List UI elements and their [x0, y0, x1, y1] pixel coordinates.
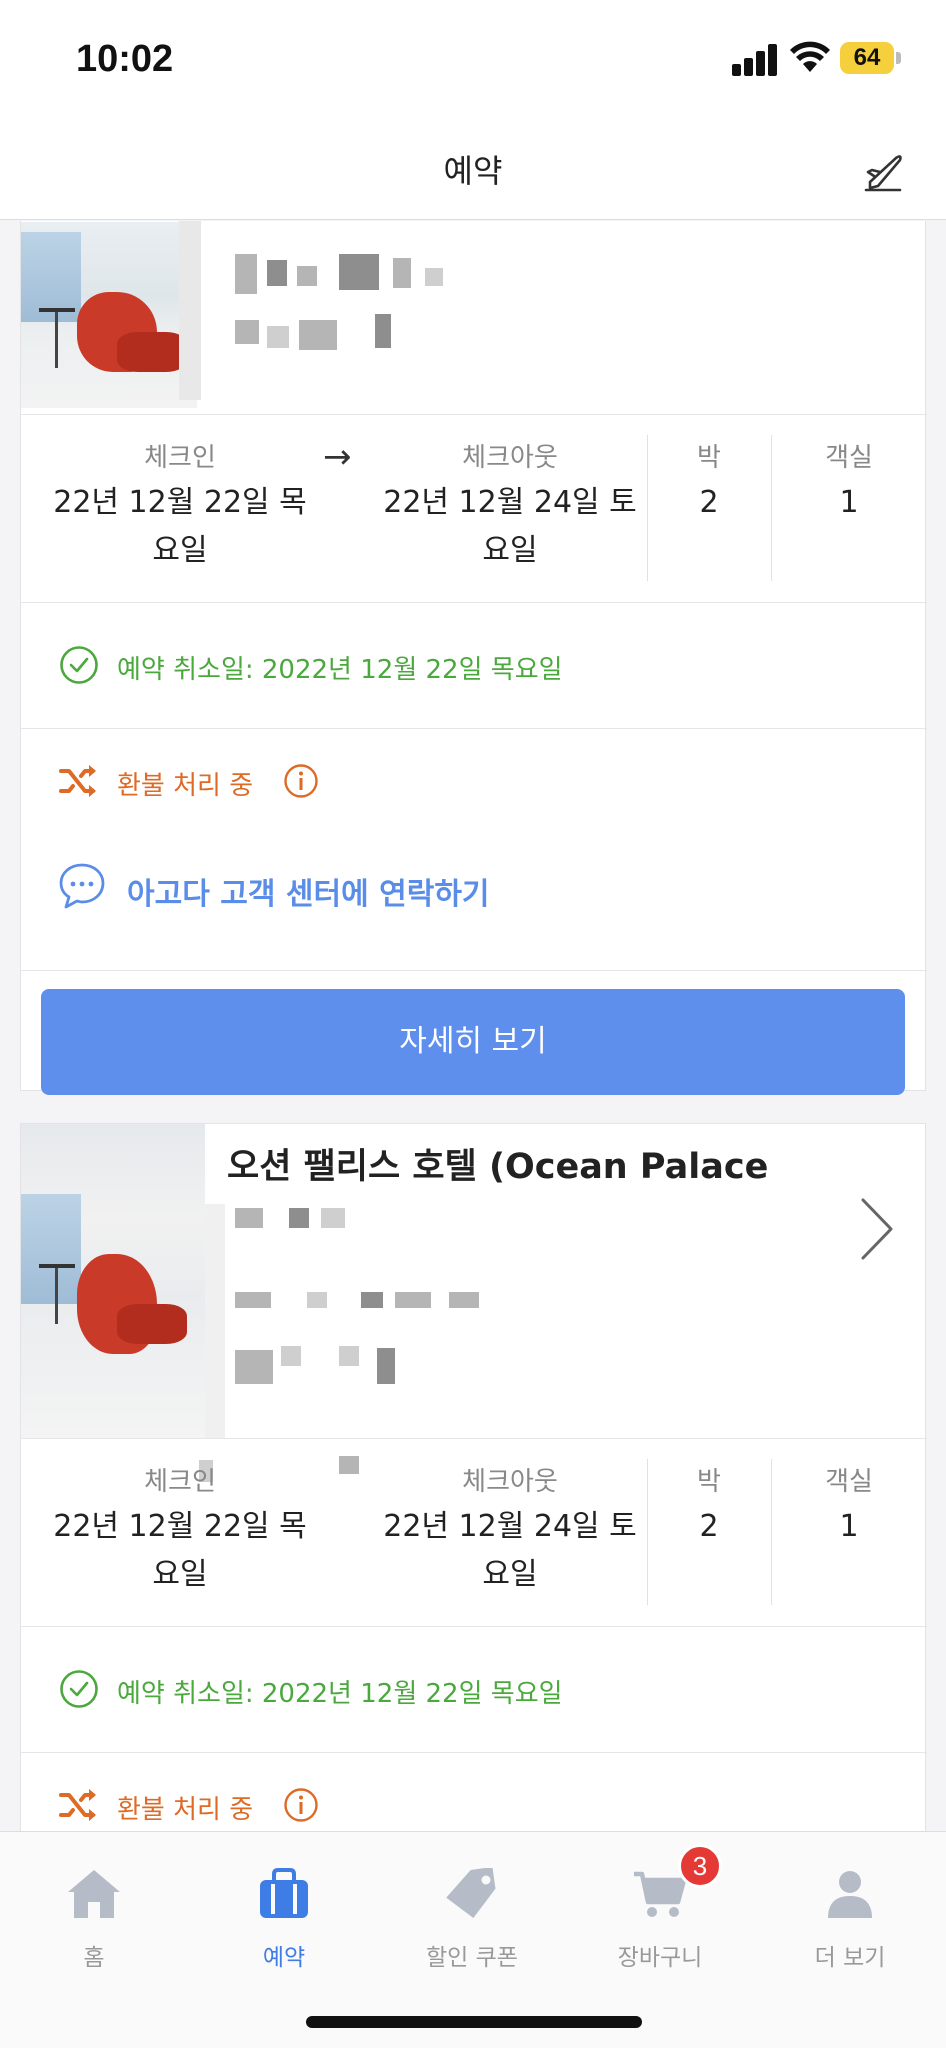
cancel-status-row: 예약 취소일: 2022년 12월 22일 목요일 [21, 602, 927, 728]
arrow-right-icon: → [323, 437, 352, 477]
rooms-label: 객실 [825, 443, 873, 473]
tag-icon [446, 1868, 496, 1919]
checkin-date-line2: 요일 [152, 533, 208, 568]
battery-tip [896, 52, 901, 64]
status-bar: 10:02 64 [0, 0, 946, 120]
refund-status-row: 환불 처리 중 아고다 고객 센터에 연락하기 [21, 728, 927, 970]
hotel-photo[interactable] [21, 222, 197, 408]
shuffle-icon [59, 1789, 96, 1821]
checkin-date-line2: 요일 [152, 1557, 208, 1592]
chat-bubble-icon [59, 863, 105, 909]
home-icon [68, 1870, 120, 1918]
tab-label: 할인 쿠폰 [426, 1945, 518, 1971]
checkout-column: 체크아웃 22년 12월 24일 토 요일 [359, 415, 661, 575]
checkin-date-line1: 22년 12월 22일 목 [53, 1509, 307, 1544]
nights-label: 박 [697, 443, 721, 473]
checkout-date-line1: 22년 12월 24일 토 [383, 1509, 637, 1544]
chevron-right-icon[interactable] [857, 1194, 897, 1264]
status-time: 10:02 [76, 38, 174, 80]
cancel-date-text: 예약 취소일: 2022년 12월 22일 목요일 [117, 655, 563, 685]
nights-column: 박 2 [647, 1439, 771, 1551]
checkout-label: 체크아웃 [462, 1467, 558, 1497]
refund-status-text: 환불 처리 중 [117, 771, 254, 801]
rooms-label: 객실 [825, 1467, 873, 1497]
check-circle-icon [60, 1670, 98, 1708]
home-indicator[interactable] [306, 2016, 642, 2028]
booking-card[interactable]: 체크인 22년 12월 22일 목 요일 → 체크아웃 22년 12월 24일 … [20, 221, 927, 1095]
cancel-status-row: 예약 취소일: 2022년 12월 22일 목요일 [21, 1626, 927, 1752]
hotel-photo[interactable] [21, 1124, 205, 1438]
checkout-date-line2: 요일 [482, 533, 538, 568]
checkin-label: 체크인 [144, 1467, 216, 1497]
cancel-date-text: 예약 취소일: 2022년 12월 22일 목요일 [117, 1679, 563, 1709]
tab-label: 더 보기 [814, 1945, 886, 1971]
nights-column: 박 2 [647, 415, 771, 527]
wifi-icon [790, 41, 830, 72]
info-icon[interactable] [283, 1787, 319, 1823]
checkout-label: 체크아웃 [462, 443, 558, 473]
booking-list[interactable]: 체크인 22년 12월 22일 목 요일 → 체크아웃 22년 12월 24일 … [0, 221, 946, 1831]
refund-status-text: 환불 처리 중 [117, 1795, 254, 1825]
tab-home[interactable]: 홈 [24, 1868, 164, 1972]
nights-value: 2 [699, 485, 719, 520]
stay-dates: 체크인 22년 12월 22일 목 요일 → 체크아웃 22년 12월 24일 … [21, 414, 927, 602]
tab-label: 장바구니 [617, 1945, 703, 1971]
nav-bar: 예약 [0, 120, 946, 220]
checkin-column: 체크인 22년 12월 22일 목 요일 [29, 415, 331, 575]
checkout-date-line1: 22년 12월 24일 토 [383, 485, 637, 520]
contact-support-link[interactable]: 아고다 고객 센터에 연락하기 [21, 849, 927, 929]
stay-dates: 체크인 22년 12월 22일 목 요일 체크아웃 22년 12월 24일 토 … [21, 1438, 927, 1626]
tab-label: 예약 [262, 1945, 306, 1971]
checkin-column: 체크인 22년 12월 22일 목 요일 [29, 1439, 331, 1599]
tab-bookings[interactable]: 예약 [214, 1868, 354, 1972]
cart-count-badge: 3 [678, 1844, 722, 1888]
rooms-column: 객실 1 [771, 1439, 927, 1551]
checkin-date-line1: 22년 12월 22일 목 [53, 485, 307, 520]
rooms-value: 1 [839, 485, 859, 520]
briefcase-icon [260, 1868, 308, 1918]
nights-value: 2 [699, 1509, 719, 1544]
checkin-label: 체크인 [144, 443, 216, 473]
refund-status-row: 환불 처리 중 [21, 1752, 927, 1831]
airplane-icon[interactable] [858, 148, 908, 198]
checkout-date-line2: 요일 [482, 1557, 538, 1592]
rooms-column: 객실 1 [771, 415, 927, 527]
person-icon [828, 1871, 872, 1918]
shuffle-icon [59, 765, 96, 797]
checkout-column: 체크아웃 22년 12월 24일 토 요일 [359, 1439, 661, 1599]
page-title: 예약 [443, 152, 503, 190]
tab-more[interactable]: 더 보기 [780, 1868, 920, 1972]
hotel-name[interactable]: 오션 팰리스 호텔 (Ocean Palace [227, 1142, 847, 1192]
tab-label: 홈 [83, 1945, 105, 1971]
booking-card[interactable]: 오션 팰리스 호텔 (Ocean Palace 체크인 22년 12월 22일 … [20, 1123, 927, 1831]
tab-coupons[interactable]: 할인 쿠폰 [402, 1868, 542, 1972]
view-details-button[interactable]: 자세히 보기 [41, 989, 905, 1095]
info-icon[interactable] [283, 763, 319, 799]
cellular-signal-icon [732, 44, 780, 76]
contact-support-label: 아고다 고객 센터에 연락하기 [127, 877, 490, 912]
detail-button-row: 자세히 보기 [21, 970, 927, 1095]
check-circle-icon [60, 646, 98, 684]
nights-label: 박 [697, 1467, 721, 1497]
battery-icon: 64 [840, 42, 894, 74]
rooms-value: 1 [839, 1509, 859, 1544]
